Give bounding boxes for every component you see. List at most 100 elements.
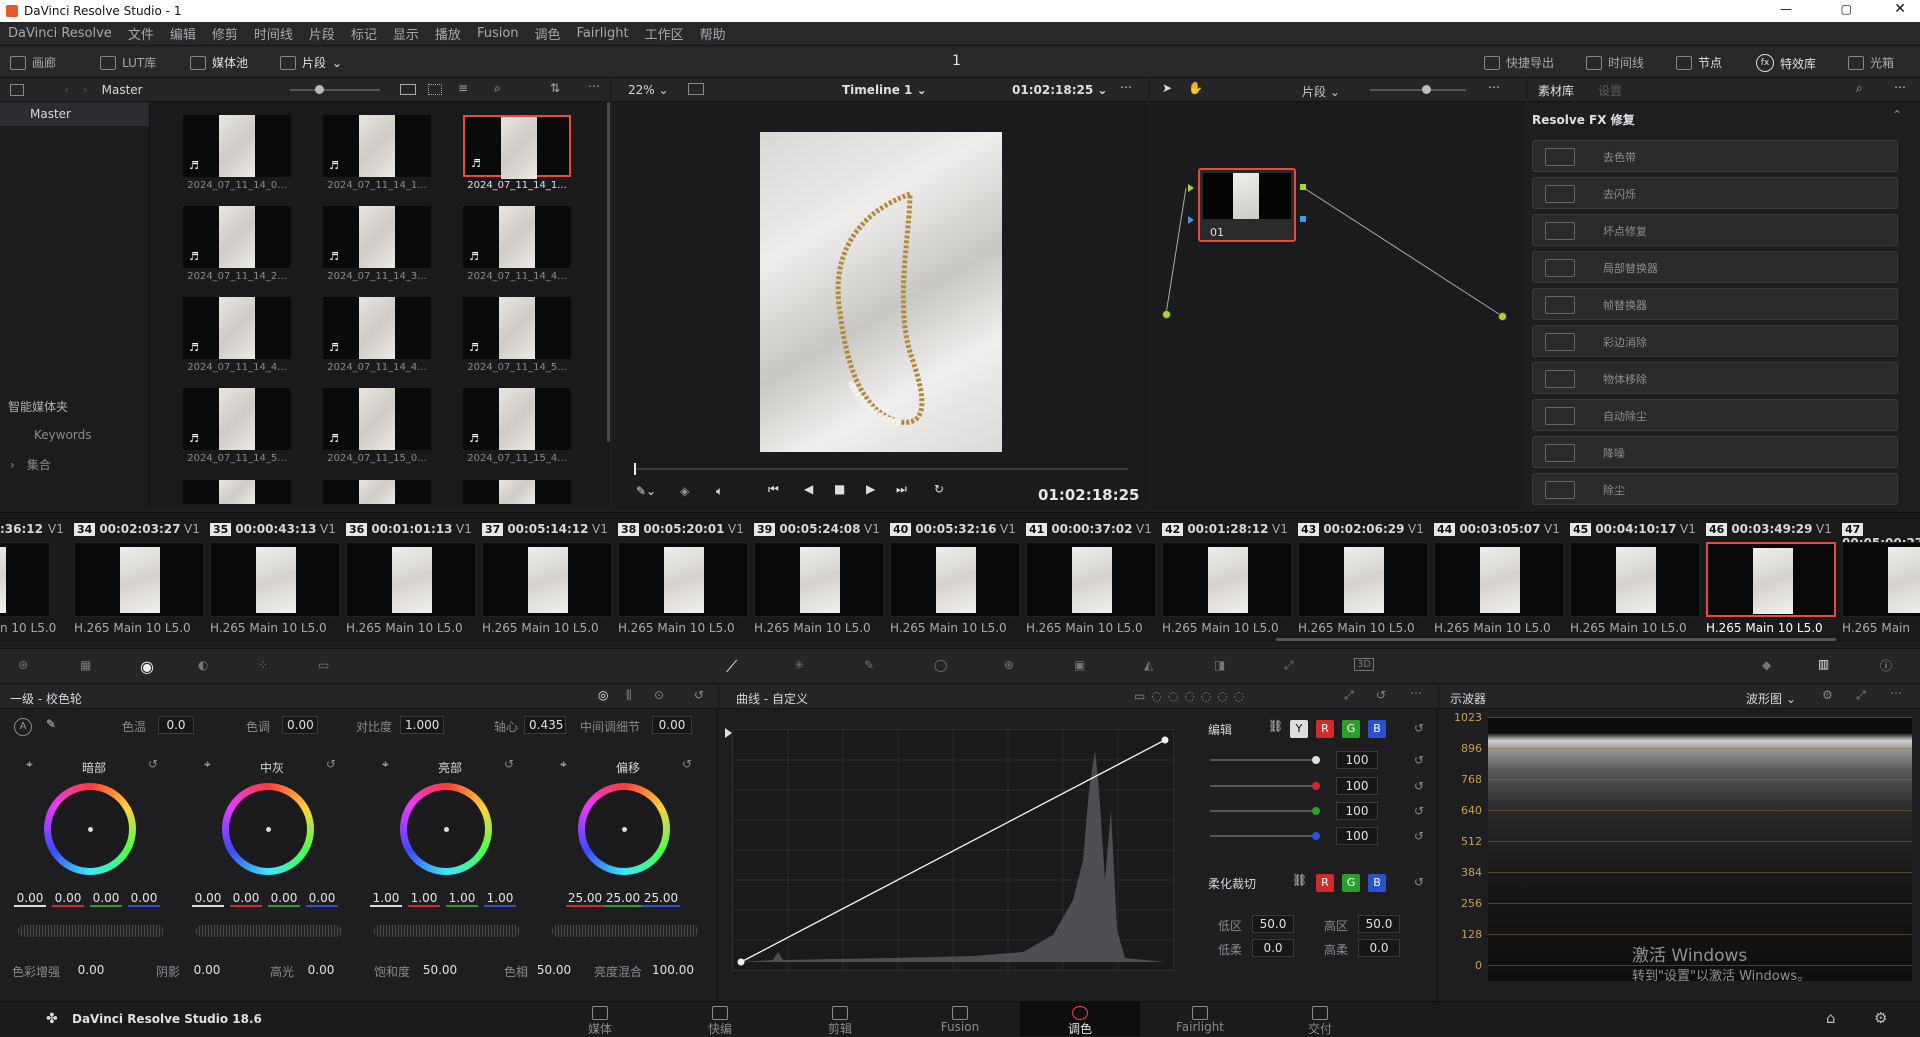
timeline-clip[interactable] xyxy=(1570,542,1700,617)
nav-forward-icon[interactable]: › xyxy=(83,83,88,97)
media-pool-scrollbar[interactable] xyxy=(607,102,610,442)
temp-field[interactable]: 0.0 xyxy=(158,716,194,734)
wheels-mode-icon[interactable]: ◎ xyxy=(598,688,608,702)
menu-help[interactable]: 帮助 xyxy=(700,24,726,43)
smart-bin-collections[interactable]: › 集合 xyxy=(10,456,51,473)
wheel-value[interactable]: 25.00 xyxy=(604,891,642,907)
tracker-icon[interactable]: ⊕ xyxy=(1004,658,1014,672)
wheel-picker-icon[interactable]: ⌖ xyxy=(26,757,33,772)
wheel-value[interactable]: 0.00 xyxy=(90,891,122,907)
reset-icon[interactable]: ↺ xyxy=(1376,688,1386,702)
tint-field[interactable]: 0.00 xyxy=(282,716,318,734)
b-intensity-slider[interactable] xyxy=(1210,832,1320,840)
wheel-value[interactable]: 0.00 xyxy=(192,891,224,907)
skip-back-icon[interactable]: ⏮ xyxy=(768,482,779,497)
timeline-clip[interactable] xyxy=(754,542,884,617)
reset-icon[interactable]: ↺ xyxy=(504,757,514,771)
g-intensity-slider[interactable] xyxy=(1210,807,1320,815)
sizing-icon[interactable]: ⤢ xyxy=(1284,658,1294,673)
page-tab-deliver[interactable]: 交付 xyxy=(1260,1002,1380,1036)
menu-timeline[interactable]: 时间线 xyxy=(254,24,293,43)
node-01[interactable]: 01 xyxy=(1198,168,1296,242)
grid-view-icon[interactable] xyxy=(428,84,442,95)
channel-g-button[interactable]: G xyxy=(1342,720,1360,738)
expand-icon[interactable]: ⤢ xyxy=(1856,688,1866,703)
blur-icon[interactable]: ◭ xyxy=(1144,658,1153,672)
master-wheel-jog[interactable] xyxy=(18,925,164,937)
fx-item[interactable]: 自动除尘 xyxy=(1532,399,1898,431)
scopes-icon[interactable]: ▥ xyxy=(1818,657,1829,671)
scope-settings-icon[interactable]: ⚙ xyxy=(1822,688,1833,702)
page-tab-cut[interactable]: 快编 xyxy=(660,1002,780,1036)
clip-thumbnail-selected[interactable]: ♬ xyxy=(463,115,571,179)
timeline-clip[interactable] xyxy=(0,542,50,617)
picker-icon[interactable]: ✎ xyxy=(46,717,56,731)
close-button[interactable]: ✕ xyxy=(1894,1,1906,17)
menu-edit[interactable]: 编辑 xyxy=(170,24,196,43)
clip-thumbnail[interactable]: ♬ xyxy=(323,206,431,268)
clip-thumbnail[interactable]: ♬ xyxy=(183,388,291,450)
color-wheels-icon[interactable]: ◉ xyxy=(140,657,154,676)
r-intensity-slider[interactable] xyxy=(1210,782,1320,790)
scrub-bar[interactable] xyxy=(634,463,1128,475)
search-icon[interactable]: ⌕ xyxy=(1856,81,1863,96)
timeline-toggle-button[interactable]: 时间线 xyxy=(1586,54,1644,71)
menu-workspace[interactable]: 工作区 xyxy=(645,24,684,43)
wheel-value[interactable]: 0.00 xyxy=(230,891,262,907)
bars-mode-icon[interactable]: ⫼ xyxy=(626,688,632,703)
wheel-value[interactable]: 1.00 xyxy=(408,891,440,907)
clip-thumbnail[interactable] xyxy=(183,480,291,504)
more-options-icon[interactable]: ⋯ xyxy=(588,79,600,93)
page-tab-fairlight[interactable]: Fairlight xyxy=(1140,1002,1260,1036)
keyframes-icon[interactable]: ◆ xyxy=(1762,658,1771,672)
reset-icon[interactable]: ↺ xyxy=(1414,829,1424,843)
menu-color[interactable]: 调色 xyxy=(535,24,561,43)
link-icon[interactable]: ⛓ xyxy=(1292,873,1307,887)
reset-icon[interactable]: ↺ xyxy=(1414,753,1424,767)
clip-thumbnail[interactable]: ♬ xyxy=(183,297,291,359)
page-tab-edit[interactable]: 剪辑 xyxy=(780,1002,900,1036)
menu-fairlight[interactable]: Fairlight xyxy=(577,26,629,41)
clip-thumbnail[interactable]: ♬ xyxy=(463,206,571,268)
low-field[interactable]: 50.0 xyxy=(1252,915,1294,933)
page-tab-color[interactable]: 调色 xyxy=(1020,1002,1140,1036)
reset-icon[interactable]: ↺ xyxy=(682,757,692,771)
node-output-rgb[interactable] xyxy=(1300,184,1306,190)
clip-thumbnail[interactable]: ♬ xyxy=(323,388,431,450)
fx-item[interactable]: 彩边消除 xyxy=(1532,325,1898,357)
effects-library-button[interactable]: fx 特效库 xyxy=(1756,54,1816,72)
skip-forward-icon[interactable]: ⏭ xyxy=(896,482,907,497)
menu-fusion[interactable]: Fusion xyxy=(477,26,519,41)
high-field[interactable]: 50.0 xyxy=(1358,915,1400,933)
menu-playback[interactable]: 播放 xyxy=(435,24,461,43)
timeline-clip[interactable] xyxy=(1706,542,1836,617)
master-wheel-jog[interactable] xyxy=(196,925,342,937)
menu-clip[interactable]: 片段 xyxy=(309,24,335,43)
window-icon[interactable]: ◯ xyxy=(934,658,947,672)
timeline-clip[interactable] xyxy=(1842,542,1920,617)
clip-thumbnail[interactable]: ♬ xyxy=(323,297,431,359)
timeline-clip[interactable] xyxy=(1434,542,1564,617)
color-match-icon[interactable]: ▦ xyxy=(80,658,91,672)
camera-raw-icon[interactable]: ⊛ xyxy=(18,658,28,672)
clip-thumbnail[interactable]: ♬ xyxy=(463,297,571,359)
color-wheel[interactable] xyxy=(578,783,670,875)
softclip-g-button[interactable]: G xyxy=(1342,874,1360,892)
wheel-value[interactable]: 1.00 xyxy=(484,891,516,907)
pivot-field[interactable]: 0.435 xyxy=(524,716,566,734)
play-icon[interactable]: ▶ xyxy=(866,482,875,496)
fx-item[interactable]: 去闪烁 xyxy=(1532,177,1898,209)
thumbnail-view-icon[interactable] xyxy=(400,84,416,95)
timeline-clip[interactable] xyxy=(618,542,748,617)
fx-item[interactable]: 除尘 xyxy=(1532,473,1898,505)
timeline-clip[interactable] xyxy=(1026,542,1156,617)
curve-mode-icons[interactable]: ▭◌◌◌◌◌◌ xyxy=(1134,689,1250,703)
color-wheel[interactable] xyxy=(44,783,136,875)
midtone-detail-field[interactable]: 0.00 xyxy=(652,716,692,734)
smart-bin-keywords[interactable]: Keywords xyxy=(34,428,92,442)
timeline-clip[interactable] xyxy=(74,542,204,617)
high-soft-field[interactable]: 0.0 xyxy=(1358,939,1400,957)
color-wheel[interactable] xyxy=(400,783,492,875)
home-icon[interactable]: ⌂ xyxy=(1826,1009,1836,1027)
node-zoom-slider[interactable] xyxy=(1370,85,1466,94)
